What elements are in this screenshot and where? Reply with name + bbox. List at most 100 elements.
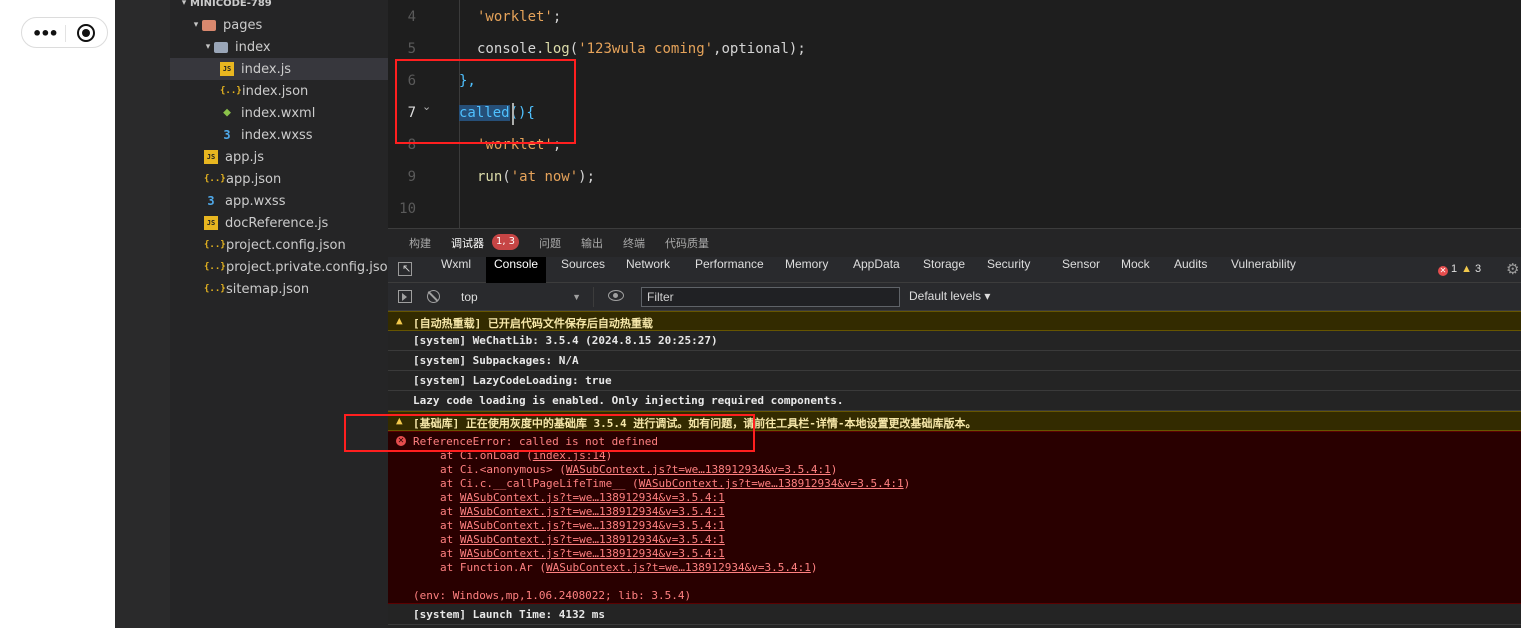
stack-frame: at Ci.onLoad (index.js:14) xyxy=(440,449,613,462)
source-link[interactable]: WASubContext.js?t=we…138912934&v=3.5.4:1 xyxy=(546,561,811,574)
source-link[interactable]: WASubContext.js?t=we…138912934&v=3.5.4:1 xyxy=(566,463,831,476)
live-expression-eye-icon[interactable] xyxy=(608,290,624,301)
tab-output[interactable]: 输出 xyxy=(581,235,603,251)
console-warning: ▲ [自动热重载] 已开启代码文件保存后自动热重载 xyxy=(388,311,1521,331)
fold-chevron-icon[interactable]: ⌄ xyxy=(422,100,431,113)
tab-wxml[interactable]: Wxml xyxy=(433,257,479,283)
tab-build[interactable]: 构建 xyxy=(409,235,431,251)
line-number: 8 xyxy=(407,137,416,153)
error-count-icon: ✕ xyxy=(1438,266,1448,276)
tab-memory[interactable]: Memory xyxy=(777,257,836,283)
text-cursor xyxy=(512,103,514,125)
explorer-item-label: sitemap.json xyxy=(226,281,310,297)
wxss-file-icon: З xyxy=(223,128,231,142)
explorer-item[interactable]: Зapp.wxss xyxy=(170,190,388,212)
explorer-item-label: app.wxss xyxy=(225,193,286,209)
console-log: [system] Launch Time: 4132 ms xyxy=(388,605,1521,625)
source-link[interactable]: WASubContext.js?t=we…138912934&v=3.5.4:1 xyxy=(460,547,725,560)
source-link[interactable]: WASubContext.js?t=we…138912934&v=3.5.4:1 xyxy=(460,533,725,546)
code-line-7: called(){ xyxy=(459,105,535,121)
chevron-down-icon[interactable]: ▾ xyxy=(202,42,214,52)
context-selector[interactable]: top ▼ xyxy=(454,287,594,307)
simulator-panel: ••• xyxy=(0,0,115,628)
source-link[interactable]: WASubContext.js?t=we…138912934&v=3.5.4:1 xyxy=(460,505,725,518)
stack-frame: at WASubContext.js?t=we…138912934&v=3.5.… xyxy=(440,533,725,546)
explorer-item[interactable]: {..} app.json xyxy=(170,168,388,190)
tab-storage[interactable]: Storage xyxy=(915,257,973,283)
bottom-panel-tabs: 构建 调试器 1, 3 问题 输出 终端 代码质量 xyxy=(388,228,1521,257)
tab-sensor[interactable]: Sensor xyxy=(1054,257,1108,283)
wxml-file-icon: ◆ xyxy=(223,105,231,120)
more-icon[interactable]: ••• xyxy=(32,24,59,43)
source-link[interactable]: index.js:14 xyxy=(533,449,606,462)
code-editor[interactable]: 4 5 6 7 8 9 10 ⌄ 'worklet'; console.log(… xyxy=(388,0,1521,228)
tab-mock[interactable]: Mock xyxy=(1113,257,1158,283)
tab-network[interactable]: Network xyxy=(618,257,678,283)
explorer-item[interactable]: {..} index.json xyxy=(170,80,388,102)
line-number: 10 xyxy=(399,201,416,217)
tab-vulnerability[interactable]: Vulnerability xyxy=(1223,257,1304,283)
tab-sources[interactable]: Sources xyxy=(553,257,613,283)
explorer-item[interactable]: ▾ index xyxy=(170,36,388,58)
console-toolbar: top ▼ Default levels ▾ xyxy=(388,283,1521,311)
line-number: 6 xyxy=(407,73,416,89)
json-file-icon: {..} xyxy=(204,240,226,250)
tab-problems[interactable]: 问题 xyxy=(539,235,561,251)
explorer-item[interactable]: ◆ index.wxml xyxy=(170,102,388,124)
folder-file-icon xyxy=(202,19,216,31)
explorer-item[interactable]: {..} project.config.json xyxy=(170,234,388,256)
settings-gear-icon[interactable]: ⚙ xyxy=(1506,260,1519,278)
explorer-item-label: project.private.config.json xyxy=(226,259,396,275)
explorer-item[interactable]: JS app.js xyxy=(170,146,388,168)
log-levels-dropdown[interactable]: Default levels ▾ xyxy=(909,289,990,303)
console-output[interactable]: ▲ [自动热重载] 已开启代码文件保存后自动热重载 [system] WeCha… xyxy=(388,311,1521,628)
source-link[interactable]: WASubContext.js?t=we…138912934&v=3.5.4:1 xyxy=(460,491,725,504)
project-name: MINICODE-789 xyxy=(190,0,272,9)
stack-frame: at Ci.c.__callPageLifeTime__ (WASubConte… xyxy=(440,477,911,490)
devtools-tabbar: Wxml Console Sources Network Performance… xyxy=(388,257,1521,283)
chevron-down-icon[interactable]: ▾ xyxy=(178,0,190,8)
warning-count-icon: ▲ xyxy=(1461,263,1473,275)
inspect-element-icon[interactable] xyxy=(398,262,412,276)
explorer-item-label: app.js xyxy=(225,149,264,165)
clear-console-icon[interactable] xyxy=(427,290,440,303)
tab-appdata[interactable]: AppData xyxy=(845,257,908,283)
explorer-project-root[interactable]: ▾ MINICODE-789 xyxy=(170,0,388,14)
error-env-info: (env: Windows,mp,1.06.2408022; lib: 3.5.… xyxy=(413,589,692,602)
tab-terminal[interactable]: 终端 xyxy=(623,235,645,251)
miniprogram-capsule[interactable]: ••• xyxy=(21,17,108,48)
console-log: [system] LazyCodeLoading: true xyxy=(388,371,1521,391)
explorer-item-label: pages xyxy=(223,17,263,33)
explorer-item-label: index xyxy=(235,39,271,55)
tab-debugger[interactable]: 调试器 xyxy=(451,235,484,251)
explorer-item[interactable]: {..} project.private.config.json xyxy=(170,256,396,278)
chevron-down-icon[interactable]: ▾ xyxy=(190,20,202,30)
tab-console[interactable]: Console xyxy=(486,257,547,283)
line-number: 9 xyxy=(407,169,416,185)
json-file-icon: {..} xyxy=(220,86,242,96)
debugger-count-badge: 1, 3 xyxy=(492,234,519,250)
explorer-item[interactable]: {..} sitemap.json xyxy=(170,278,388,300)
explorer-item[interactable]: Зindex.wxss xyxy=(170,124,388,146)
tab-audits[interactable]: Audits xyxy=(1166,257,1215,283)
folder-open-file-icon xyxy=(214,41,228,53)
close-target-icon[interactable] xyxy=(77,24,95,42)
explorer-item[interactable]: JS docReference.js xyxy=(170,212,388,234)
issue-counts[interactable]: ✕ 1 ▲ 3 xyxy=(1438,263,1481,276)
tab-code-quality[interactable]: 代码质量 xyxy=(665,235,709,251)
source-link[interactable]: WASubContext.js?t=we…138912934&v=3.5.4:1 xyxy=(460,519,725,532)
capsule-divider xyxy=(65,25,66,42)
filter-input[interactable] xyxy=(641,287,900,307)
code-line-8: 'worklet'; xyxy=(477,137,562,153)
tab-performance[interactable]: Performance xyxy=(687,257,772,283)
code-line-5: console.log('123wula coming',optional); xyxy=(477,41,806,57)
tab-security[interactable]: Security xyxy=(979,257,1038,283)
stack-frame: at WASubContext.js?t=we…138912934&v=3.5.… xyxy=(440,505,725,518)
source-link[interactable]: WASubContext.js?t=we…138912934&v=3.5.4:1 xyxy=(639,477,904,490)
explorer-item[interactable]: ▾ pages xyxy=(170,14,388,36)
explorer-item-label: index.json xyxy=(242,83,309,99)
show-sidebar-icon[interactable] xyxy=(398,290,412,303)
warning-icon: ▲ xyxy=(396,314,403,327)
explorer-item-label: index.wxml xyxy=(241,105,316,121)
explorer-item[interactable]: JS index.js xyxy=(170,58,388,80)
